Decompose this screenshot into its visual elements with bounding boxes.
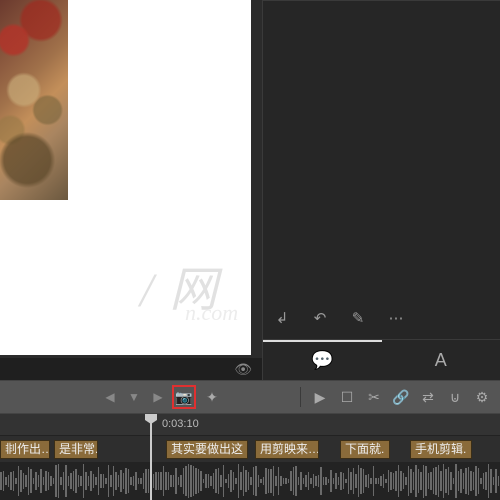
back-icon[interactable]: ↲ [271,307,293,329]
preview-canvas [0,0,251,355]
edit-icon[interactable]: ✎ [347,307,369,329]
marker-prev-icon[interactable]: ◀ [100,390,120,404]
toolbar-divider [300,387,301,407]
tab-comment[interactable]: 💬 [263,340,382,379]
panel-toolbar: ↲ ↶ ✎ ⋯ [263,301,500,335]
subtitle-clip[interactable]: 用剪映来… [255,440,319,459]
undo-icon[interactable]: ↶ [309,307,331,329]
select-tool-icon[interactable]: ☐ [335,385,359,409]
pointer-tool-icon[interactable]: ▶ [308,385,332,409]
preview-bottom-bar: 👁 [0,358,262,380]
more-icon[interactable]: ⋯ [385,307,407,329]
timeline-toolbar: ◀ ▼ ▶ 📷 ✦ ▶ ☐ ✂ 🔗 ⇄ ⊍ ⚙ [0,380,500,414]
audio-track[interactable] [0,462,500,500]
preview-frame [0,0,68,200]
timeline[interactable]: 0:03:10 剕作出…是非常. 其实要做出这用剪映来… 下面就. 手机剪辑. [0,414,500,500]
link-tool-icon[interactable]: 🔗 [389,385,413,409]
settings-icon[interactable]: ⚙ [470,385,494,409]
marker-next-icon[interactable]: ▶ [148,390,168,404]
waveform [0,462,500,500]
tab-text[interactable]: A [382,340,500,379]
subtitle-clip[interactable]: 其实要做出这 [166,440,248,459]
snapshot-button[interactable]: 📷 [172,385,196,409]
subtitle-clip[interactable]: 剕作出… [0,440,50,459]
wand-icon[interactable]: ✦ [200,385,224,409]
cut-tool-icon[interactable]: ✂ [362,385,386,409]
side-panel: ↲ ↶ ✎ ⋯ 💬 A [262,0,500,380]
timecode-label: 0:03:10 [162,418,199,430]
subtitle-track[interactable]: 剕作出…是非常. 其实要做出这用剪映来… 下面就. 手机剪辑. [0,440,500,460]
magnet-tool-icon[interactable]: ⊍ [443,385,467,409]
subtitle-clip[interactable]: 是非常. [54,440,98,459]
panel-tabs: 💬 A [263,339,500,379]
time-ruler[interactable]: 0:03:10 [0,414,500,436]
visibility-icon[interactable]: 👁 [234,361,252,378]
swap-tool-icon[interactable]: ⇄ [416,385,440,409]
subtitle-clip[interactable]: 手机剪辑. [410,440,472,459]
subtitle-clip[interactable]: 下面就. [340,440,390,459]
playhead[interactable] [150,414,152,500]
marker-down-icon[interactable]: ▼ [124,390,144,404]
